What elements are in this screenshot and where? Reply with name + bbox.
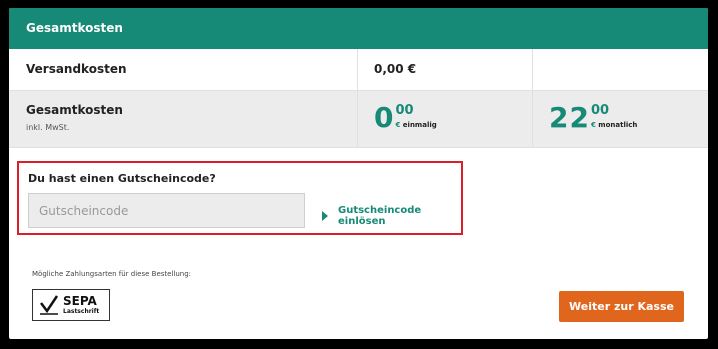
one-time-price: 0 00 € einmalig	[358, 91, 532, 132]
coupon-section: Du hast einen Gutscheincode? Gutscheinco…	[17, 161, 463, 235]
monthly-price-cents: 00	[590, 103, 610, 118]
sepa-checkmark-icon	[40, 295, 59, 315]
one-time-price-whole: 0	[374, 101, 395, 134]
play-arrow-icon	[322, 211, 328, 221]
sepa-subtitle: Lastschrift	[63, 308, 100, 315]
total-label: Gesamtkosten	[26, 103, 123, 117]
panel-header: Gesamtkosten	[9, 8, 708, 49]
monthly-price-cell: 22 00 € monatlich	[533, 91, 708, 147]
redeem-coupon-link[interactable]: Gutscheincode einlösen	[322, 205, 461, 227]
one-time-currency: €	[395, 121, 401, 129]
shipping-label: Versandkosten	[9, 49, 358, 90]
monthly-price-whole: 22	[549, 101, 590, 134]
total-label-cell: Gesamtkosten inkl. MwSt.	[9, 91, 358, 147]
checkout-button[interactable]: Weiter zur Kasse	[559, 291, 684, 322]
total-vat-note: inkl. MwSt.	[26, 123, 70, 132]
payment-methods-note: Mögliche Zahlungsarten für diese Bestell…	[32, 270, 192, 278]
redeem-coupon-label: Gutscheincode einlösen	[338, 205, 422, 227]
shipping-empty-cell	[533, 49, 708, 90]
shipping-row: Versandkosten 0,00 €	[9, 49, 708, 91]
sepa-title: SEPA	[63, 294, 97, 308]
coupon-code-input[interactable]	[28, 193, 305, 228]
one-time-price-cell: 0 00 € einmalig	[358, 91, 533, 147]
monthly-period: monatlich	[598, 121, 638, 129]
monthly-price: 22 00 € monatlich	[533, 91, 708, 132]
coupon-title: Du hast einen Gutscheincode?	[28, 172, 216, 185]
one-time-period: einmalig	[402, 121, 437, 129]
sepa-payment-logo: SEPA Lastschrift	[32, 289, 110, 321]
cost-summary-panel: Gesamtkosten Versandkosten 0,00 € Gesamt…	[9, 8, 708, 339]
total-row: Gesamtkosten inkl. MwSt. 0 00 € einmalig…	[9, 91, 708, 148]
one-time-price-cents: 00	[395, 103, 414, 118]
monthly-currency: €	[590, 121, 596, 129]
shipping-value: 0,00 €	[358, 49, 533, 90]
